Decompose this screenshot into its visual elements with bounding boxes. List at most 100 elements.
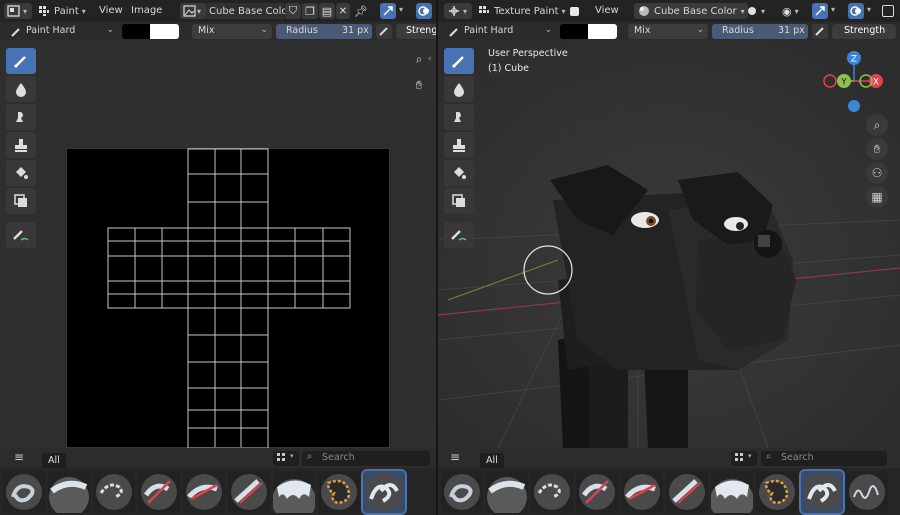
texture-slot-dropdown[interactable]: Cube Base Color ▾ [634, 3, 748, 19]
tool-annotate[interactable] [444, 222, 474, 248]
folder-icon: ▤ [321, 4, 333, 18]
brush-thumbnail[interactable] [48, 471, 90, 513]
primary-color-swatch[interactable] [122, 24, 150, 39]
radius-field[interactable]: Radius 31 px [712, 24, 808, 39]
brush-thumbnail[interactable] [93, 471, 135, 513]
camera-view-button[interactable]: ⚇ [866, 162, 888, 184]
brush-thumbnail[interactable] [441, 471, 483, 513]
brush-selector[interactable]: Paint Hard ⌄ [444, 24, 556, 39]
brush-thumbnail[interactable] [711, 471, 753, 513]
zoom-button[interactable]: ⌕ [408, 48, 430, 70]
pressure-toggle[interactable] [376, 24, 392, 39]
tool-clone[interactable] [6, 132, 36, 158]
tool-fill[interactable] [444, 160, 474, 186]
strength-field[interactable]: Strength [396, 24, 436, 39]
brush-thumbnail[interactable] [621, 471, 663, 513]
pin-icon: 📌︎ [354, 4, 368, 18]
radius-field[interactable]: Radius 31 px [276, 24, 372, 39]
overlay-toggle-button[interactable] [848, 3, 864, 19]
display-options-button[interactable]: ▾ [273, 451, 299, 466]
brush-selector[interactable]: Paint Hard ⌄ [6, 24, 118, 39]
brush-thumbnail[interactable] [486, 471, 528, 513]
pan-button[interactable]: ✋︎ [866, 138, 888, 160]
gizmo-toggle-button[interactable] [380, 3, 396, 19]
strength-field[interactable]: Strength [832, 24, 896, 39]
pin-button[interactable]: 📌︎ [354, 3, 368, 19]
shelf-tab-all[interactable]: All [42, 453, 66, 468]
menu-view[interactable]: View [595, 5, 619, 16]
tool-draw[interactable] [444, 48, 474, 74]
zoom-button[interactable]: ⌕ [866, 114, 888, 136]
new-image-button[interactable]: ❐ [302, 3, 318, 19]
tool-fill[interactable] [6, 160, 36, 186]
tool-soften[interactable] [444, 76, 474, 102]
brush-thumbnail[interactable] [183, 471, 225, 513]
neg-x-handle[interactable] [823, 74, 837, 88]
blend-mode-dropdown[interactable]: Mix ⌄ [628, 24, 708, 39]
hamburger-icon[interactable]: ≡ [450, 450, 460, 464]
unlink-image-button[interactable]: ✕ [336, 3, 350, 19]
editor-type-button[interactable]: ▾ [4, 3, 32, 19]
editor-type-button[interactable]: ▾ [444, 3, 472, 19]
brush-preview-icon [669, 474, 705, 510]
brush-name: Paint Hard [464, 25, 514, 36]
xray-toggle[interactable] [880, 3, 896, 19]
secondary-color-swatch[interactable] [150, 24, 179, 39]
shading-options[interactable]: ▾ [744, 3, 772, 19]
chevron-left-icon[interactable]: ‹ [428, 54, 432, 64]
tool-smear[interactable] [444, 104, 474, 130]
pressure-toggle[interactable] [812, 24, 828, 39]
brush-thumbnail[interactable] [318, 471, 360, 513]
brush-thumbnail[interactable] [138, 471, 180, 513]
open-image-button[interactable]: ▤ [319, 3, 335, 19]
tool-draw[interactable] [6, 48, 36, 74]
menu-image[interactable]: Image [131, 5, 162, 16]
shelf-tab-all[interactable]: All [480, 453, 504, 468]
tool-soften[interactable] [6, 76, 36, 102]
perspective-toggle-button[interactable]: ▦ [866, 186, 888, 208]
brush-thumbnail[interactable] [576, 471, 618, 513]
brush-thumbnail-active[interactable] [799, 469, 845, 515]
brush-thumbnail[interactable] [756, 471, 798, 513]
neg-z-handle[interactable] [848, 100, 860, 112]
gizmo-toggle-button[interactable] [812, 3, 828, 19]
brush-thumbnail[interactable] [531, 471, 573, 513]
primary-color-swatch[interactable] [560, 24, 588, 39]
mode-dropdown[interactable]: Texture Paint ▾ [478, 3, 568, 19]
chevron-down-icon: ▾ [23, 6, 28, 16]
radius-value: 31 px [342, 25, 369, 36]
shelf-search-input[interactable]: ⌕ Search [302, 451, 430, 466]
pan-button[interactable]: ✋︎ [408, 74, 430, 96]
cursor-arrow-icon [383, 6, 393, 16]
fake-user-button[interactable]: ⛉ [285, 3, 301, 19]
brush-thumbnail[interactable] [228, 471, 270, 513]
brush-thumbnail-active[interactable] [361, 469, 407, 515]
display-options-button[interactable]: ▾ [731, 451, 757, 466]
brush-thumbnail[interactable] [846, 471, 888, 513]
menu-view[interactable]: View [99, 5, 123, 16]
tool-smear[interactable] [6, 104, 36, 130]
brush-icon [13, 56, 26, 69]
tool-clone[interactable] [444, 132, 474, 158]
image-name-field[interactable]: Cube Base Color [206, 3, 292, 19]
visibility-options[interactable]: ◉ ▾ [782, 3, 810, 19]
shelf-search-input[interactable]: ⌕ Search [761, 451, 887, 466]
hamburger-icon[interactable]: ≡ [14, 450, 24, 464]
secondary-color-swatch[interactable] [588, 24, 617, 39]
image-browse-button[interactable]: ▾ [180, 3, 206, 19]
navigation-gizmo[interactable]: Z Y X [820, 46, 890, 116]
brush-thumbnail[interactable] [666, 471, 708, 513]
mode-dropdown[interactable]: Paint ▾ [38, 3, 90, 19]
brush-thumbnail[interactable] [3, 471, 45, 513]
overlay-toggle-button[interactable] [416, 3, 432, 19]
strength-label: Strength [406, 25, 436, 36]
pin-toggle[interactable] [568, 3, 580, 19]
blend-mode-dropdown[interactable]: Mix ⌄ [192, 24, 272, 39]
tool-mask[interactable] [6, 188, 36, 214]
brush-shelf [0, 468, 436, 515]
brush-thumbnail[interactable] [273, 471, 315, 513]
pen-pressure-icon [815, 27, 824, 36]
chevron-down-icon: ▾ [761, 6, 766, 16]
tool-annotate[interactable] [6, 222, 36, 248]
tool-mask[interactable] [444, 188, 474, 214]
